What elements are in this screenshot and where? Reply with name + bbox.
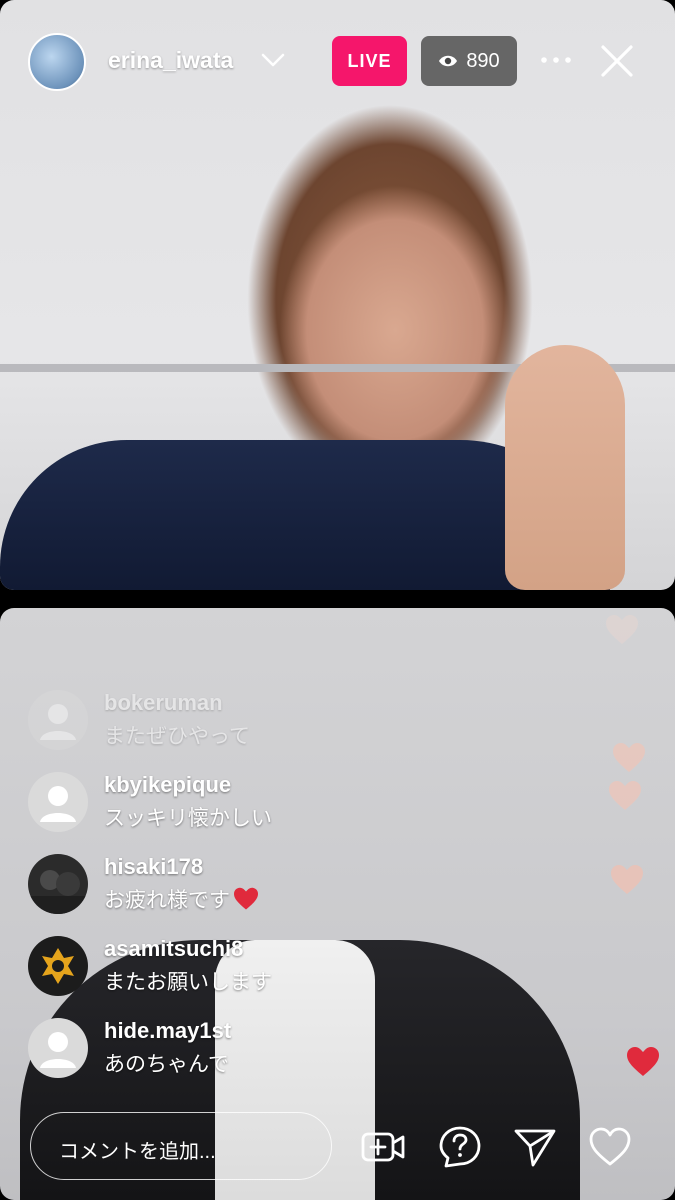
comment-input-placeholder: コメントを追加... xyxy=(59,1141,216,1163)
close-icon[interactable] xyxy=(599,43,635,79)
default-avatar xyxy=(28,1018,88,1078)
floating-heart-icon xyxy=(611,865,643,894)
floating-heart-icon xyxy=(609,781,641,810)
comment-item[interactable]: asamitsuchi8 またお願いします xyxy=(28,934,358,1016)
logo-avatar xyxy=(28,936,88,996)
add-video-icon[interactable] xyxy=(360,1124,406,1170)
floating-heart-icon xyxy=(613,743,645,772)
viewer-count-badge[interactable]: 890 xyxy=(421,36,517,86)
chevron-down-icon[interactable] xyxy=(260,50,286,70)
default-avatar xyxy=(28,772,88,832)
viewer-count: 890 xyxy=(466,49,500,72)
comment-username[interactable]: asamitsuchi8 xyxy=(104,936,243,962)
comment-username[interactable]: hisaki178 xyxy=(104,854,203,880)
live-badge: LIVE xyxy=(332,36,407,86)
heart-icon[interactable] xyxy=(587,1124,633,1170)
comment-item[interactable]: bokeruman またぜひやって xyxy=(28,688,358,770)
floating-heart-icon xyxy=(606,615,638,644)
comment-username[interactable]: hide.may1st xyxy=(104,1018,231,1044)
question-icon[interactable] xyxy=(437,1124,483,1170)
photo-avatar xyxy=(28,854,88,914)
default-avatar xyxy=(28,690,88,750)
floating-heart-icon xyxy=(627,1047,659,1076)
eye-icon xyxy=(439,55,458,67)
comment-input[interactable]: コメントを追加... xyxy=(30,1112,332,1180)
comment-text: またぜひやって xyxy=(104,725,250,748)
send-icon[interactable] xyxy=(512,1124,558,1170)
comment-list: bokeruman またぜひやって kbyikepique スッキリ懐かしい h… xyxy=(28,688,358,1098)
comment-username[interactable]: kbyikepique xyxy=(104,772,231,798)
comment-text: またお願いします xyxy=(104,971,272,994)
comment-text: スッキリ懐かしい xyxy=(104,807,272,830)
comment-text: お疲れ様です xyxy=(104,884,260,914)
red-heart-icon xyxy=(234,887,258,910)
host-hand xyxy=(505,345,625,590)
host-username[interactable]: erina_iwata xyxy=(108,47,233,74)
host-avatar[interactable] xyxy=(28,33,86,91)
comment-item[interactable]: hisaki178 お疲れ様です xyxy=(28,852,358,934)
comment-text-content: お疲れ様です xyxy=(104,889,230,912)
more-icon[interactable] xyxy=(538,50,574,70)
comment-item[interactable]: hide.may1st あのちゃんで xyxy=(28,1016,358,1098)
live-header: erina_iwata LIVE 890 xyxy=(0,0,675,120)
comment-username[interactable]: bokeruman xyxy=(104,690,223,716)
comment-text: あのちゃんで xyxy=(104,1053,229,1076)
comment-item[interactable]: kbyikepique スッキリ懐かしい xyxy=(28,770,358,852)
